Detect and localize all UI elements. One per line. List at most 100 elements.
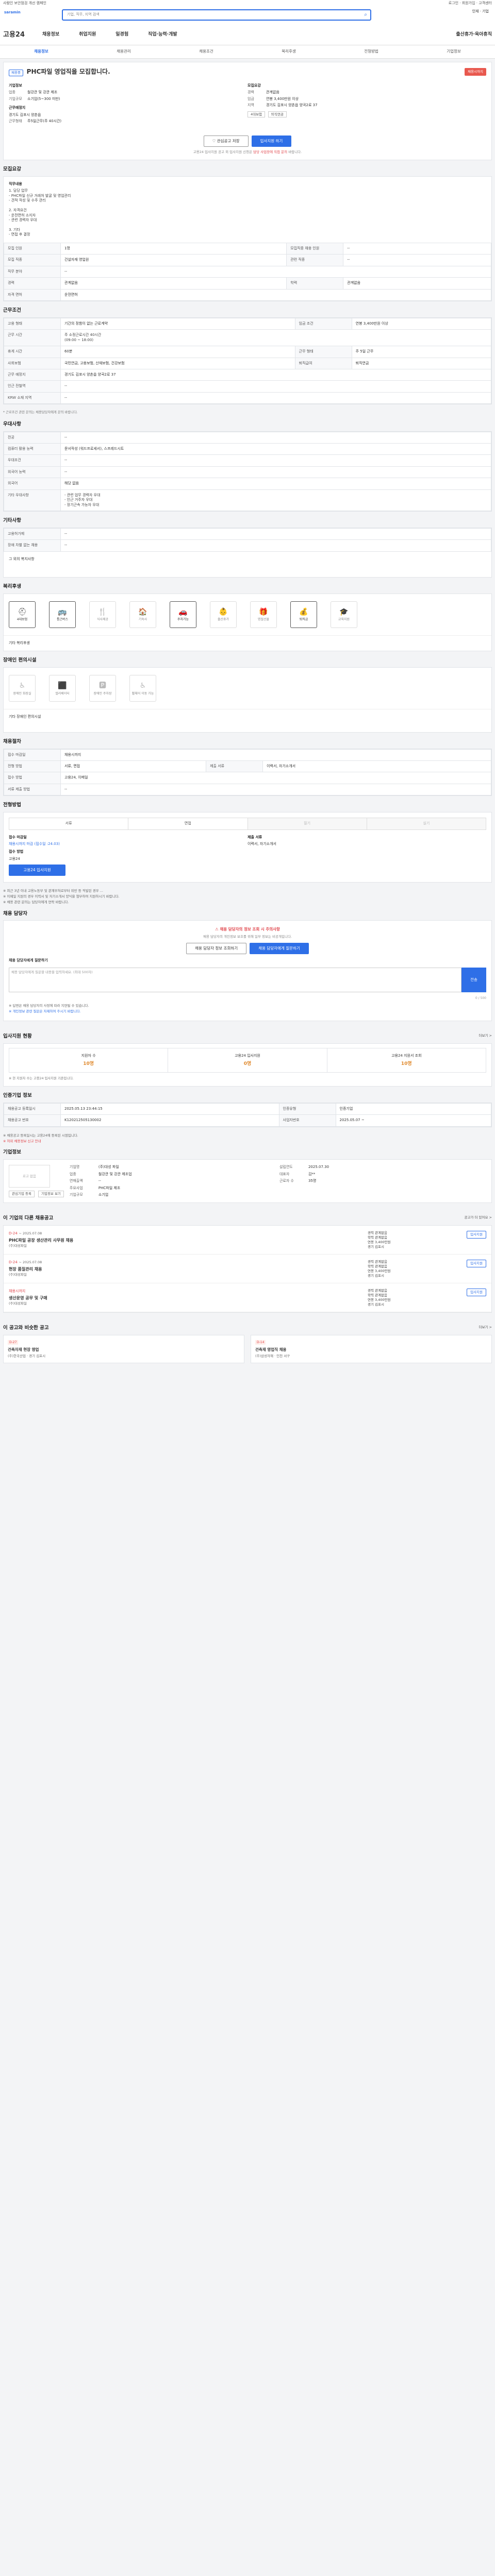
row-value: -- <box>60 454 491 467</box>
dday-label: 채용시까지 <box>9 1289 26 1294</box>
stat-item: 지원자 수 10명 <box>9 1048 169 1072</box>
nav-item-experience[interactable]: 일경험 <box>116 31 128 38</box>
campaign-link[interactable]: 사람인 보안점검 개선 캠페인 <box>3 1 46 6</box>
note-tail: 바랍니다. <box>287 150 302 155</box>
row-value: 채용시까지 <box>60 749 491 761</box>
method-tab-practical: 실기 <box>367 818 486 829</box>
stats-more-link[interactable]: 더보기 > <box>479 1033 492 1043</box>
job-list-item[interactable]: D-24 ~ 2025.07.08 현장 품질관리 채용 (주)대성파일 경력 관계… <box>4 1255 491 1284</box>
note-line[interactable]: ※ 허위 채용정보 신고 안내 <box>3 1139 492 1144</box>
row-key: 사업자번호 <box>278 1114 336 1127</box>
quick-apply-button[interactable]: 입사지원 <box>467 1289 486 1297</box>
section-title-company: 기업정보 <box>3 1149 21 1156</box>
tab-job-manage[interactable]: 채용관리 <box>82 49 165 54</box>
job-date: ~ 2025.07.08 <box>19 1231 42 1236</box>
method-tab-docs[interactable]: 서류 <box>9 818 129 829</box>
tab-welfare[interactable]: 복리후생 <box>248 49 330 54</box>
view-contact-button[interactable]: 채용 담당자 정보 조회하기 <box>186 943 247 955</box>
question-textarea[interactable]: 채용 담당자에게 질문할 내용을 입력하세요. (최대 500자) <box>9 967 461 992</box>
bus-icon: 🚌 <box>58 607 67 616</box>
job-item-title[interactable]: PHC파일 공장 생산관리 사무원 채용 <box>9 1238 368 1244</box>
registration-card: 채용공고 등록일시 2025.05.13 23:44:15 인증유형 인증기업 채용공… <box>3 1103 492 1127</box>
warning-text: 채용 담당자의 정보 조회 시 주의사항 <box>220 927 280 932</box>
row-value: 운전면허 <box>60 289 491 301</box>
search-icon[interactable]: ⌕ <box>364 11 367 19</box>
reg-date: 24.03) <box>48 841 60 846</box>
nav-item-support[interactable]: 취업지원 <box>79 31 96 38</box>
row-key: 임금 조건 <box>294 317 352 330</box>
insurance-chip: 4대보험 <box>248 111 266 118</box>
section-tabs: 채용정보 채용관리 채용조건 복리후생 전형방법 기업정보 <box>0 45 495 59</box>
kv-key: 경력 <box>248 90 254 95</box>
recommend-card[interactable]: D-27 건축자재 현장 영업 (주)한국산업 · 경기 김포시 <box>3 1335 244 1363</box>
stats-note: ※ 현 지원자 수는 고용24 입사지원 기준입니다. <box>9 1076 74 1080</box>
brand-logo[interactable]: saramin <box>4 10 21 15</box>
method-tab-interview[interactable]: 면접 <box>128 818 248 829</box>
kv-value: 소기업(5~300 미만) <box>27 96 60 101</box>
row-value: 국민연금, 고용보험, 산재보험, 건강보험 <box>60 357 295 369</box>
recommend-more-link[interactable]: 더보기 > <box>479 1325 492 1335</box>
job-item-company: (주)대성파일 <box>9 1301 27 1306</box>
tab-conditions[interactable]: 채용조건 <box>165 49 248 54</box>
dday-label: D-24 <box>9 1231 18 1236</box>
status-badge: 채용중 <box>9 70 23 76</box>
nav-item-leave[interactable]: 출산휴가·육아휴직 <box>456 31 492 38</box>
job-list-item[interactable]: 채용시까지 생산운영 공무 및 구매 (주)대성파일 경력 관계없음 학력 관계없음… <box>4 1283 491 1313</box>
job-meta: 경력 관계없음 <box>368 1260 387 1264</box>
company-detail-button[interactable]: 기업정보 보기 <box>38 1191 64 1198</box>
nav-item-training[interactable]: 직업·능력·개발 <box>148 31 177 38</box>
search-input[interactable]: 기업, 직무, 지역 검색 ⌕ <box>62 9 371 21</box>
row-key: 퇴직급여 <box>294 357 352 369</box>
quick-apply-button[interactable]: 입사지원 <box>467 1260 486 1268</box>
ask-contact-button[interactable]: 채용 담당자에게 질문하기 <box>250 943 309 955</box>
recommend-title[interactable]: 건축재 영업직 채용 <box>255 1347 487 1352</box>
process-card: 접수 마감일 채용시까지 전형 방법 서류, 면접 제출 서류 이력서, 자기소개서 접… <box>3 748 492 796</box>
send-button[interactable]: 전송 <box>461 967 486 992</box>
section-title-disability: 장애인 편의시설 <box>3 657 37 664</box>
stat-label: 고용24 입사지원 <box>235 1054 260 1058</box>
row-value: 고용24, 이메일 <box>60 772 491 784</box>
job-meta: 학력 관계없음 <box>368 1235 387 1240</box>
conditions-note: * 근로조건 관련 문의는 채용담당자에게 문의 바랍니다. <box>3 411 78 415</box>
main-nav: 고용24 채용정보 취업지원 일경험 직업·능력·개발 출산휴가·육아휴직 <box>0 25 495 45</box>
account-links[interactable]: 로그인 · 회원가입 · 고객센터 <box>449 1 492 6</box>
row-value: 2025.05.13 23:44:15 <box>60 1103 279 1115</box>
row-key: 외국어 능력 <box>4 466 61 479</box>
follow-company-button[interactable]: 관심기업 등록 <box>9 1191 35 1198</box>
welfare-item: 🚌 통근버스 <box>49 601 76 629</box>
elevator-icon: ⬛ <box>58 681 67 690</box>
nav-item-jobs[interactable]: 채용정보 <box>42 31 59 38</box>
row-value: 2025.05.07 ~ <box>335 1114 492 1127</box>
other-jobs-list: D-24 ~ 2025.07.08 PHC파일 공장 생산관리 사무원 채용 (주)… <box>3 1225 492 1313</box>
recommend-title[interactable]: 건축자재 현장 영업 <box>8 1347 240 1352</box>
welfare-label: 통근버스 <box>56 618 69 622</box>
row-key: 인근 전철역 <box>4 380 61 393</box>
kv-value: 연봉 3,400만원 이상 <box>266 96 299 101</box>
job-meta: 연봉 3,400만원 <box>368 1240 391 1244</box>
other-jobs-more-link[interactable]: 공고가 더 있어요 > <box>464 1215 492 1225</box>
quick-apply-button[interactable]: 입사지원 <box>467 1231 486 1239</box>
note-line: ※ 개인정보 관련 질문은 자제하여 주시기 바랍니다. <box>9 1009 81 1013</box>
method-apply-button[interactable]: 고용24 입사지원 <box>9 865 65 876</box>
section-title-process: 채용절차 <box>3 738 21 744</box>
tab-job-info[interactable]: 채용정보 <box>0 49 82 54</box>
site-logo[interactable]: 고용24 <box>3 30 25 40</box>
apply-button[interactable]: 입사지원 하기 <box>251 135 292 147</box>
facility-item: ♿ 휠체어 이동 가능 <box>129 675 156 702</box>
job-item-title[interactable]: 생산운영 공무 및 구매 <box>9 1296 368 1301</box>
tab-process[interactable]: 전형방법 <box>330 49 412 54</box>
job-list-item[interactable]: D-24 ~ 2025.07.08 PHC파일 공장 생산관리 사무원 채용 (주)… <box>4 1226 491 1255</box>
char-count: 0 / 500 <box>475 996 486 1000</box>
etc-table: 고용허가제 -- 장애 차별 없는 채용 -- <box>4 528 491 552</box>
search-placeholder: 기업, 직무, 지역 검색 <box>67 12 100 17</box>
tab-company[interactable]: 기업정보 <box>412 49 495 54</box>
save-job-button[interactable]: ♡ 관심공고 저장 <box>203 135 249 147</box>
recommend-sub: (주)한국산업 · 경기 김포시 <box>8 1353 46 1358</box>
job-meta: 연봉 3,400만원 <box>368 1297 391 1302</box>
job-meta: 연봉 3,400만원 <box>368 1268 391 1273</box>
recommend-card[interactable]: D-14 건축재 영업직 채용 (주)삼성자재 · 인천 서구 <box>251 1335 492 1363</box>
facility-item: ♿ 장애인 화장실 <box>9 675 36 702</box>
job-item-title[interactable]: 현장 품질관리 채용 <box>9 1267 368 1273</box>
header-links[interactable]: 인재 · 기업 <box>472 9 489 14</box>
welfare-item: ⛑ 4대보험 <box>9 601 36 629</box>
